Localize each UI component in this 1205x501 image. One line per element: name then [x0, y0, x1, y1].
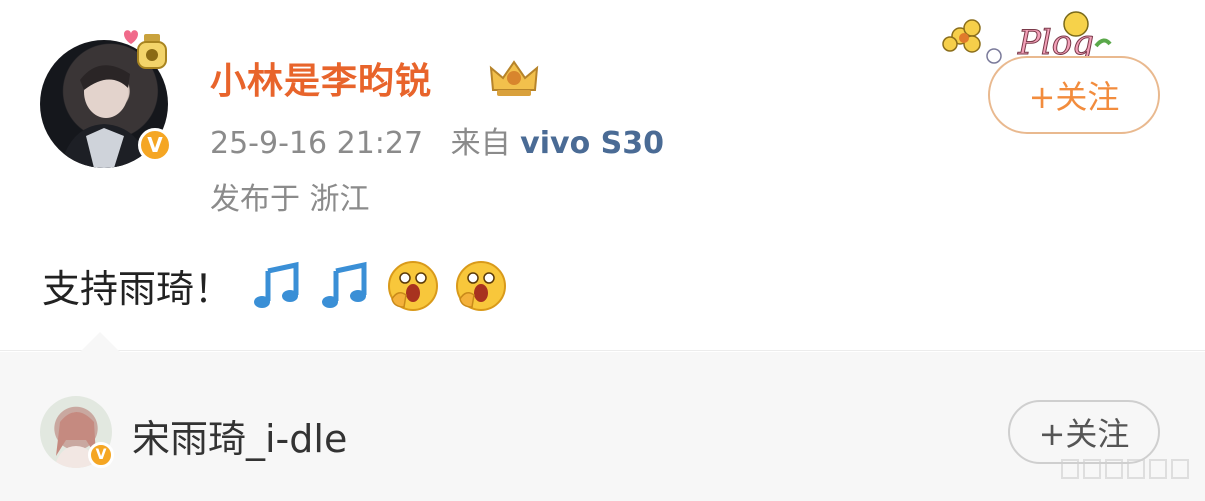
music-note-icon	[322, 261, 367, 308]
repost-follow-button[interactable]: +关注	[1008, 400, 1160, 464]
post-content: 支持雨琦！	[42, 258, 522, 313]
surprised-face-icon	[456, 260, 507, 311]
author-avatar[interactable]: V	[40, 30, 172, 168]
follow-button[interactable]: +关注	[988, 56, 1160, 134]
verified-badge: V	[138, 128, 172, 162]
post-datetime: 25-9-16 21:27	[210, 126, 424, 161]
post-location: 发布于 浙江	[210, 182, 370, 217]
repost-avatar[interactable]: V	[40, 396, 114, 468]
crown-badge-icon	[489, 60, 539, 96]
divider	[0, 350, 1205, 351]
watermark-icon	[1061, 459, 1189, 479]
surprised-face-icon	[388, 260, 439, 311]
perfume-bottle-icon	[124, 30, 167, 69]
source-prefix: 来自	[450, 126, 511, 161]
repost-username[interactable]: 宋雨琦_i-dle	[132, 408, 347, 463]
weibo-post: V 小林是李昀锐 25-9-16 21:27 来自 vivo S30 发布于 浙…	[0, 0, 1205, 352]
post-meta: 25-9-16 21:27 来自 vivo S30	[210, 118, 664, 162]
author-username[interactable]: 小林是李昀锐	[210, 52, 432, 104]
music-note-icon	[254, 261, 299, 308]
repost-notch	[78, 332, 122, 354]
device-link[interactable]: vivo S30	[520, 126, 664, 161]
verified-badge: V	[88, 442, 114, 468]
post-text: 支持雨琦！	[42, 267, 233, 311]
